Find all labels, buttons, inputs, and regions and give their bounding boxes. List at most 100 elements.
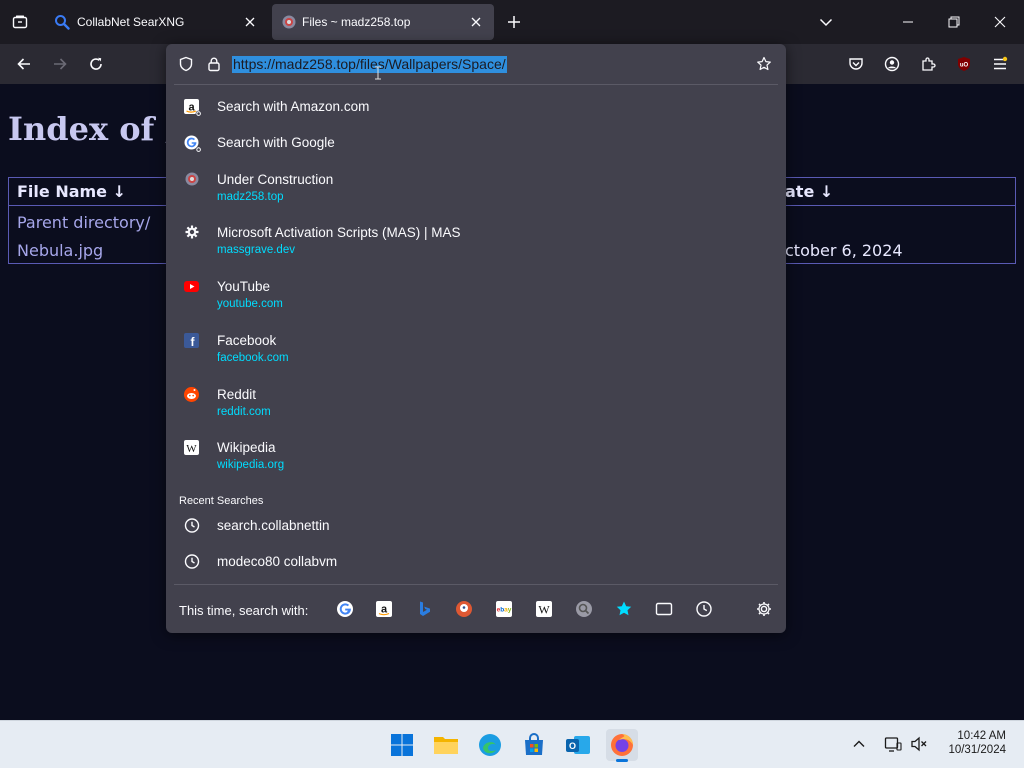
file-date: ctober 6, 2024 (785, 241, 903, 260)
system-clock[interactable]: 10:42 AM 10/31/2024 (936, 730, 1006, 756)
bing-icon[interactable] (414, 599, 434, 619)
plus-icon (508, 16, 520, 28)
bookmarks-star-icon[interactable] (614, 599, 634, 619)
suggestion-search-google[interactable]: Search with Google (166, 134, 786, 162)
tab-files[interactable]: Files ~ madz258.top (272, 4, 494, 40)
suggestion-title: Under Construction (217, 172, 334, 187)
column-header-file-name[interactable]: File Name ↓ (17, 182, 126, 201)
clock-icon (183, 553, 203, 573)
close-icon (245, 17, 255, 27)
search-with-label: This time, search with: (179, 603, 309, 618)
minimize-icon (903, 21, 913, 23)
ebay-icon[interactable]: ebay (494, 599, 514, 619)
divider (174, 584, 778, 585)
recent-search-text: modeco80 collabvm (217, 554, 338, 569)
back-button[interactable] (10, 50, 38, 78)
puzzle-icon (922, 57, 936, 71)
clock-date: 10/31/2024 (948, 744, 1006, 756)
display-icon[interactable] (884, 735, 902, 753)
wikipedia-icon: W (183, 439, 203, 459)
suggestion-wikipedia[interactable]: W Wikipedia wikipedia.org (166, 439, 786, 477)
suggestion-url: wikipedia.org (217, 459, 285, 471)
file-explorer-button[interactable] (430, 729, 462, 761)
divider (174, 84, 778, 85)
window-close-button[interactable] (986, 8, 1014, 36)
amazon-icon[interactable]: a (374, 599, 394, 619)
chevron-up-icon[interactable] (852, 737, 866, 751)
list-all-tabs-button[interactable] (812, 8, 840, 36)
tabs-icon[interactable] (654, 599, 674, 619)
tab-close-button[interactable] (242, 14, 258, 30)
suggestion-facebook[interactable]: f Facebook facebook.com (166, 332, 786, 370)
settings-gear-icon[interactable] (754, 599, 774, 619)
tab-title: Files ~ madz258.top (302, 15, 411, 29)
svg-text:W: W (538, 603, 550, 617)
svg-text:W: W (186, 443, 197, 455)
firefox-view-button[interactable] (6, 8, 34, 36)
recent-search-item[interactable]: search.collabnettin (166, 517, 786, 545)
amazon-icon: a (183, 98, 203, 118)
suggestion-url: youtube.com (217, 298, 283, 310)
reddit-icon (183, 386, 203, 406)
duckduckgo-icon[interactable] (454, 599, 474, 619)
parent-directory-link[interactable]: Parent directory/ (17, 213, 150, 232)
recent-search-item[interactable]: modeco80 collabvm (166, 553, 786, 581)
forward-button[interactable] (46, 50, 74, 78)
speaker-muted-icon[interactable] (910, 735, 928, 753)
tab-title: CollabNet SearXNG (77, 15, 185, 29)
svg-text:O: O (569, 741, 576, 751)
folder-icon (434, 737, 458, 754)
tab-close-button[interactable] (468, 14, 484, 30)
reload-button[interactable] (82, 50, 110, 78)
active-app-indicator (616, 759, 628, 762)
clock-time: 10:42 AM (957, 730, 1006, 742)
wikipedia-icon[interactable]: W (534, 599, 554, 619)
urlbar[interactable]: https://madz258.top/files/Wallpapers/Spa… (166, 44, 786, 84)
url-input[interactable]: https://madz258.top/files/Wallpapers/Spa… (232, 56, 507, 73)
restore-button[interactable] (940, 8, 968, 36)
suggestion-massgrave[interactable]: Microsoft Activation Scripts (MAS) | MAS… (166, 224, 786, 262)
outlook-button[interactable]: O (562, 729, 594, 761)
arrow-right-icon (54, 58, 67, 70)
suggestion-title: Search with Google (217, 135, 335, 150)
start-button[interactable] (386, 729, 418, 761)
taskbar: O 10:42 AM 10/31/2024 (0, 720, 1024, 768)
minimize-button[interactable] (894, 8, 922, 36)
history-icon[interactable] (694, 599, 714, 619)
file-link[interactable]: Nebula.jpg (17, 241, 103, 260)
suggestion-title: Facebook (217, 333, 277, 348)
new-tab-button[interactable] (500, 8, 528, 36)
windows-start-icon (391, 734, 413, 756)
arrow-left-icon (17, 58, 30, 70)
facebook-icon: f (183, 332, 203, 352)
suggestion-reddit[interactable]: Reddit reddit.com (166, 386, 786, 424)
tab-searxng[interactable]: CollabNet SearXNG (44, 4, 268, 40)
account-icon (884, 56, 900, 72)
account-button[interactable] (878, 50, 906, 78)
store-button[interactable] (518, 729, 550, 761)
clock-icon (183, 517, 203, 537)
lock-icon[interactable] (206, 56, 222, 72)
suggestion-search-amazon[interactable]: a Search with Amazon.com (166, 98, 786, 126)
searxng-icon[interactable] (574, 599, 594, 619)
pocket-button[interactable] (842, 50, 870, 78)
extensions-button[interactable] (914, 50, 942, 78)
suggestion-under-construction[interactable]: Under Construction madz258.top (166, 171, 786, 209)
suggestion-youtube[interactable]: YouTube youtube.com (166, 278, 786, 316)
suggestion-url: massgrave.dev (217, 244, 295, 256)
chevron-down-icon (819, 18, 833, 27)
ublock-origin-button[interactable]: uO (950, 50, 978, 78)
bookmark-star-icon[interactable] (756, 56, 772, 72)
firefox-button[interactable] (606, 729, 638, 762)
edge-button[interactable] (474, 729, 506, 761)
svg-text:uO: uO (960, 63, 969, 69)
google-icon[interactable] (335, 599, 355, 619)
column-header-date[interactable]: ate ↓ (785, 182, 833, 201)
menu-button[interactable] (986, 50, 1014, 78)
recent-searches-heading: Recent Searches (179, 495, 264, 507)
tracking-protection-shield-icon[interactable] (178, 56, 194, 72)
tab-strip: CollabNet SearXNG Files ~ madz258.top (0, 0, 1024, 44)
urlbar-dropdown: https://madz258.top/files/Wallpapers/Spa… (166, 44, 786, 633)
site-favicon (281, 14, 297, 30)
text-cursor-icon (374, 66, 382, 80)
